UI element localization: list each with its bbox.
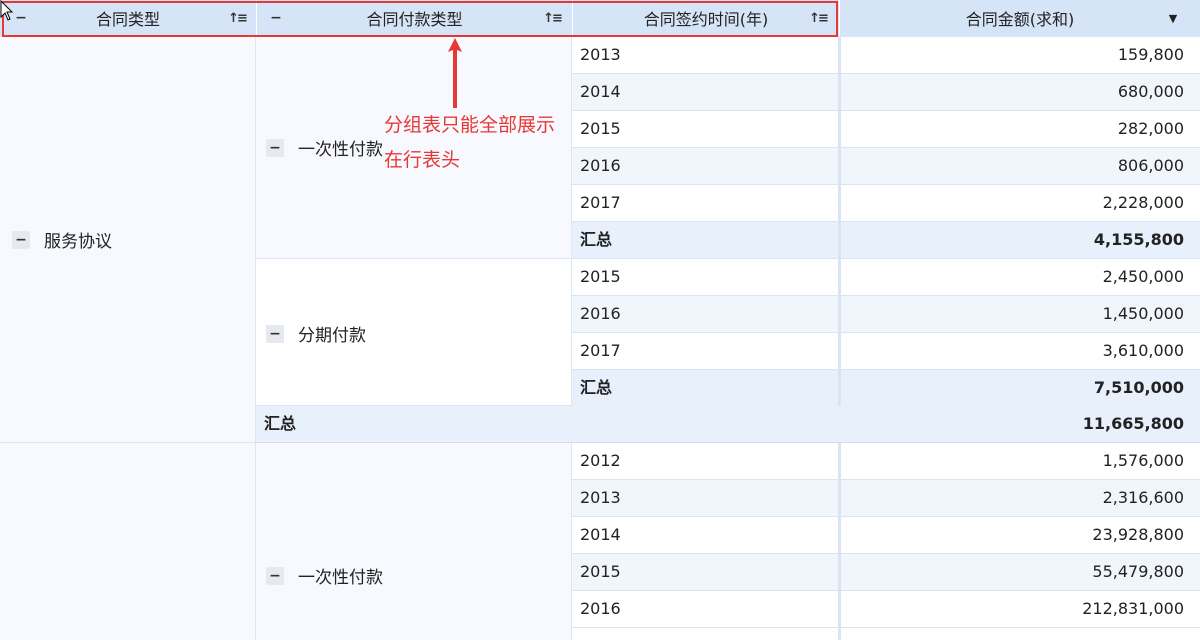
collapse-icon[interactable]: − <box>12 230 30 249</box>
total-label: 汇总 <box>264 414 297 433</box>
year-cell: 2013 <box>580 488 621 507</box>
amount-cell: 680,000 <box>1117 82 1184 101</box>
year-cell: 2016 <box>580 599 621 618</box>
subtotal-label: 汇总 <box>580 230 613 249</box>
year-cell: 2015 <box>580 562 621 581</box>
subtotal-value: 7,510,000 <box>1093 378 1184 397</box>
amount-cell: 282,000 <box>1117 119 1184 138</box>
table-row: 2013 159,800 <box>572 37 1200 74</box>
year-cell: 2017 <box>580 193 621 212</box>
year-cell: 2016 <box>580 304 621 323</box>
table-row: 2014 680,000 <box>572 74 1200 111</box>
subtotal-row: 汇总 7,510,000 <box>572 370 1200 407</box>
subtotal-value: 4,155,800 <box>1093 230 1184 249</box>
amount-cell: 2,316,600 <box>1102 488 1184 507</box>
subgroup-label: 一次性付款 <box>298 140 383 160</box>
table-row: 2014 23,928,800 <box>572 517 1200 554</box>
group-cell-contract-type: − 服务协议 <box>0 37 256 443</box>
annotation-arrow-icon <box>448 38 462 108</box>
subtotal-row: 汇总 4,155,800 <box>572 222 1200 259</box>
amount-cell: 212,831,000 <box>1082 599 1184 618</box>
collapse-icon[interactable]: − <box>266 138 284 157</box>
collapse-icon[interactable]: − <box>266 324 284 343</box>
year-cell: 2016 <box>580 156 621 175</box>
column-divider <box>838 443 841 640</box>
header-label: 合同金额(求和) <box>965 10 1075 29</box>
collapse-icon[interactable]: − <box>266 566 284 585</box>
amount-cell: 1,450,000 <box>1102 304 1184 323</box>
amount-cell: 159,800 <box>1117 45 1184 64</box>
amount-cell: 1,576,000 <box>1102 451 1184 470</box>
subgroup-cell-payment-type: − 一次性付款 <box>256 443 572 640</box>
year-cell: 2014 <box>580 82 621 101</box>
subgroup-label: 分期付款 <box>298 326 366 346</box>
year-cell: 2014 <box>580 525 621 544</box>
year-cell: 2013 <box>580 45 621 64</box>
subgroup-cell-payment-type: − 分期付款 <box>256 259 572 406</box>
table-row: 2017 2,228,000 <box>572 185 1200 222</box>
subgroup-label: 一次性付款 <box>298 568 383 588</box>
table-row: 2016 1,450,000 <box>572 296 1200 333</box>
mouse-cursor-icon <box>0 0 14 21</box>
amount-cell: 3,610,000 <box>1102 341 1184 360</box>
subtotal-label: 汇总 <box>580 378 613 397</box>
table-row: 2012 1,576,000 <box>572 443 1200 480</box>
table-row: 2013 2,316,600 <box>572 480 1200 517</box>
amount-cell: 23,928,800 <box>1092 525 1184 544</box>
amount-cell: 55,479,800 <box>1092 562 1184 581</box>
annotation-line-2: 在行表头 <box>384 149 461 171</box>
amount-cell: 806,000 <box>1117 156 1184 175</box>
amount-cell: 2,450,000 <box>1102 267 1184 286</box>
header-amount-sum[interactable]: 合同金额(求和) ▼ <box>840 0 1200 36</box>
year-cell: 2015 <box>580 119 621 138</box>
dropdown-icon[interactable]: ▼ <box>1166 11 1180 25</box>
annotation-highlight-box <box>2 1 838 37</box>
annotation-line-1: 分组表只能全部展示 <box>384 114 556 136</box>
table-row: 2017 3,610,000 <box>572 333 1200 370</box>
table-row: 2015 282,000 <box>572 111 1200 148</box>
year-cell: 2017 <box>580 341 621 360</box>
group-label: 服务协议 <box>44 232 112 252</box>
group-cell-contract-type <box>0 443 256 640</box>
table-row: 2016 806,000 <box>572 148 1200 185</box>
group-total-row: 汇总 11,665,800 <box>256 406 1200 443</box>
table-row: 2015 55,479,800 <box>572 554 1200 591</box>
column-divider <box>838 37 841 406</box>
pivot-table: − 合同类型 ↑≡ − 合同付款类型 ↑≡ 合同签约时间(年) ↑≡ 合同金额(… <box>0 0 1200 640</box>
year-cell: 2015 <box>580 267 621 286</box>
table-row: 2015 2,450,000 <box>572 259 1200 296</box>
year-cell: 2012 <box>580 451 621 470</box>
table-row: 2016 212,831,000 <box>572 591 1200 628</box>
annotation-text: 分组表只能全部展示 在行表头 <box>384 108 555 178</box>
amount-cell: 2,228,000 <box>1102 193 1184 212</box>
total-value: 11,665,800 <box>1082 414 1184 433</box>
